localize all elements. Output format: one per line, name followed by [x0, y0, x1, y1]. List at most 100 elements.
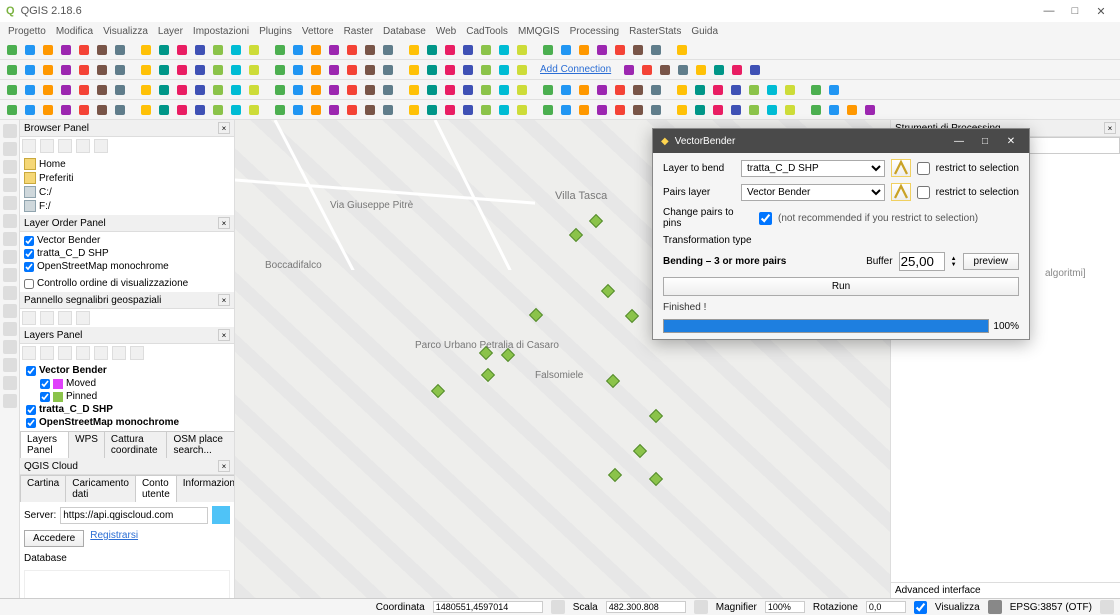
menu-item[interactable]: Vettore [302, 26, 334, 37]
toolbar-button[interactable] [576, 82, 592, 98]
toolbar-button[interactable] [496, 42, 512, 58]
toolbar-button[interactable] [192, 42, 208, 58]
processing-footer[interactable]: Advanced interface [891, 582, 1120, 598]
toolbar-button[interactable] [764, 82, 780, 98]
menu-item[interactable]: Visualizza [103, 26, 148, 37]
left-tab[interactable]: OSM place search... [166, 431, 235, 458]
toolbar-button[interactable] [362, 42, 378, 58]
crs-icon[interactable] [988, 600, 1002, 614]
toolbar-button[interactable] [156, 62, 172, 78]
toolbar-button[interactable] [594, 102, 610, 118]
dialog-titlebar[interactable]: ◆ VectorBender — □ ✕ [653, 129, 1029, 153]
toolbar-button[interactable] [711, 62, 727, 78]
toolbar-button[interactable] [228, 82, 244, 98]
toolbar-button[interactable] [138, 42, 154, 58]
toolbar-button[interactable] [174, 82, 190, 98]
layer-visibility-check[interactable] [40, 379, 50, 389]
toolbar-button[interactable] [594, 82, 610, 98]
toolbar-button[interactable] [40, 62, 56, 78]
browser-tool[interactable] [40, 139, 54, 153]
toolbar-button[interactable] [639, 62, 655, 78]
layer-order-close-icon[interactable]: × [218, 217, 230, 229]
lock-icon[interactable] [694, 600, 708, 614]
restrict-check-2[interactable] [917, 186, 930, 199]
toolbar-button[interactable] [808, 102, 824, 118]
toolbar-button[interactable] [246, 62, 262, 78]
toolbar-button[interactable] [558, 82, 574, 98]
menu-item[interactable]: Web [436, 26, 456, 37]
toolbar-button[interactable] [362, 62, 378, 78]
menu-item[interactable]: Layer [158, 26, 183, 37]
toolbar-button[interactable] [782, 102, 798, 118]
order-control-check[interactable] [24, 279, 34, 289]
spin-down-icon[interactable]: ▼ [951, 262, 957, 268]
extent-icon[interactable] [551, 600, 565, 614]
bookmarks-tool[interactable] [40, 311, 54, 325]
layer-visibility-check[interactable] [26, 405, 36, 415]
toolbar-button[interactable] [58, 102, 74, 118]
toolbar-button[interactable] [648, 102, 664, 118]
mag-input[interactable] [765, 601, 805, 613]
cloud-tab[interactable]: Caricamento dati [65, 475, 136, 502]
toolbar-button[interactable] [826, 82, 842, 98]
toolbar-button[interactable] [326, 82, 342, 98]
toolbar-button[interactable] [540, 42, 556, 58]
toolbar-button[interactable] [514, 82, 530, 98]
toolbar-button[interactable] [58, 42, 74, 58]
toolbar-button[interactable] [290, 102, 306, 118]
pairs-layer-select[interactable]: Vector Bender [741, 184, 885, 201]
toolbar-button[interactable] [514, 102, 530, 118]
layer-order-item[interactable]: OpenStreetMap monochrome [24, 260, 230, 273]
menu-item[interactable]: Raster [344, 26, 373, 37]
bookmarks-tool[interactable] [22, 311, 36, 325]
side-tool[interactable] [3, 358, 17, 372]
layer-visibility-check[interactable] [40, 392, 50, 402]
scale-input[interactable] [606, 601, 686, 613]
close-button[interactable]: ✕ [1088, 2, 1114, 20]
toolbar-button[interactable] [308, 42, 324, 58]
toolbar-button[interactable] [76, 82, 92, 98]
toolbar-button[interactable] [406, 62, 422, 78]
toolbar-button[interactable] [460, 102, 476, 118]
toolbar-button[interactable] [272, 62, 288, 78]
toolbar-button[interactable] [156, 42, 172, 58]
toolbar-button[interactable] [76, 62, 92, 78]
cloud-logo-icon[interactable] [212, 506, 230, 524]
toolbar-button[interactable] [746, 82, 762, 98]
toolbar-button[interactable] [826, 102, 842, 118]
layers-tool[interactable] [40, 346, 54, 360]
side-tool[interactable] [3, 124, 17, 138]
toolbar-button[interactable] [112, 102, 128, 118]
side-tool[interactable] [3, 232, 17, 246]
toolbar-button[interactable] [246, 42, 262, 58]
layers-tool[interactable] [94, 346, 108, 360]
toolbar-button[interactable] [576, 42, 592, 58]
toolbar-button[interactable] [442, 42, 458, 58]
toolbar-button[interactable] [380, 102, 396, 118]
render-check[interactable] [914, 601, 927, 614]
toolbar-button[interactable] [514, 42, 530, 58]
layer-item[interactable]: Pinned [24, 390, 230, 403]
toolbar-button[interactable] [94, 62, 110, 78]
server-url-input[interactable] [60, 507, 208, 524]
side-tool[interactable] [3, 196, 17, 210]
side-tool[interactable] [3, 268, 17, 282]
pairs-picker-icon[interactable] [891, 183, 911, 201]
side-tool[interactable] [3, 178, 17, 192]
browser-close-icon[interactable]: × [218, 122, 230, 134]
login-button[interactable]: Accedere [24, 530, 84, 547]
toolbar-button[interactable] [478, 102, 494, 118]
toolbar-button[interactable] [22, 62, 38, 78]
toolbar-button[interactable] [308, 62, 324, 78]
side-tool[interactable] [3, 376, 17, 390]
toolbar-button[interactable] [844, 102, 860, 118]
menu-item[interactable]: Impostazioni [193, 26, 249, 37]
toolbar-button[interactable] [344, 62, 360, 78]
coord-input[interactable] [433, 601, 543, 613]
side-tool[interactable] [3, 250, 17, 264]
toolbar-button[interactable] [290, 62, 306, 78]
menu-item[interactable]: RasterStats [629, 26, 681, 37]
toolbar-button[interactable] [246, 82, 262, 98]
toolbar-button[interactable] [442, 102, 458, 118]
toolbar-button[interactable] [326, 62, 342, 78]
